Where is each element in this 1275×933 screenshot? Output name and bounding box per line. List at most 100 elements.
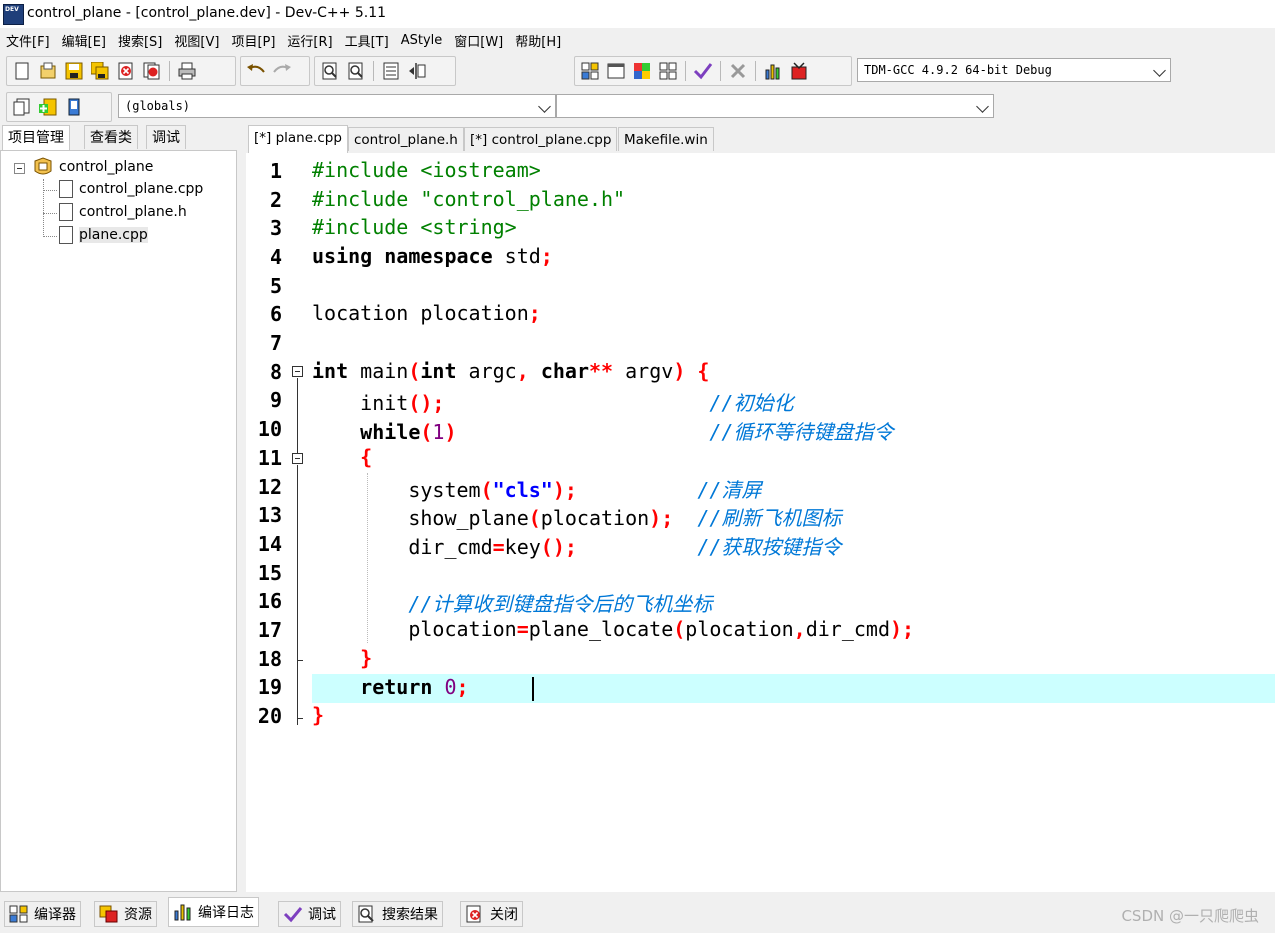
chevron-down-icon — [538, 100, 551, 113]
compiler-select[interactable]: TDM-GCC 4.9.2 64-bit Debug — [857, 58, 1171, 82]
code-line: while(1) //循环等待键盘指令 — [312, 420, 894, 444]
new-project-icon[interactable] — [11, 96, 33, 118]
member-select[interactable] — [556, 94, 994, 118]
menu-project[interactable]: 项目[P] — [225, 31, 281, 50]
search-toolbar-group — [314, 56, 456, 86]
code-line: #include <string> — [312, 215, 517, 239]
tab-makefile-win[interactable]: Makefile.win — [618, 127, 714, 151]
chevron-down-icon — [976, 100, 989, 113]
save-icon[interactable] — [63, 60, 85, 82]
menu-execute[interactable]: 运行[R] — [281, 31, 338, 50]
compile-icon[interactable] — [579, 60, 601, 82]
code-line: system("cls"); //清屏 — [312, 478, 762, 502]
replace-icon[interactable] — [345, 60, 367, 82]
fold-toggle-icon[interactable] — [292, 453, 303, 464]
line-number: 10 — [257, 417, 282, 441]
watermark: CSDN @一只爬爬虫 — [1121, 907, 1259, 925]
line-number: 9 — [269, 388, 282, 412]
open-file-icon[interactable] — [37, 60, 59, 82]
tab-close[interactable]: 关闭 — [460, 901, 523, 927]
redo-icon[interactable] — [271, 60, 293, 82]
code-line: location plocation; — [312, 301, 541, 325]
tab-compiler[interactable]: 编译器 — [4, 901, 81, 927]
debug-icon[interactable] — [788, 60, 810, 82]
toolbar-separator — [685, 61, 686, 81]
rebuild-icon[interactable] — [657, 60, 679, 82]
tab-plane-cpp[interactable]: [*] plane.cpp — [248, 125, 348, 153]
stop-execution-icon[interactable] — [727, 60, 749, 82]
tab-debug-output[interactable]: 调试 — [278, 901, 341, 927]
menu-file[interactable]: 文件[F] — [0, 31, 56, 50]
line-number: 5 — [269, 274, 282, 298]
menu-window[interactable]: 窗口[W] — [448, 31, 509, 50]
tab-label: 调试 — [308, 907, 336, 923]
text-cursor — [532, 677, 534, 701]
run-icon[interactable] — [605, 60, 627, 82]
line-number: 20 — [257, 704, 282, 728]
tab-control-plane-h[interactable]: control_plane.h — [348, 127, 464, 151]
tab-class-browser[interactable]: 查看类 — [84, 125, 138, 149]
add-to-project-icon[interactable] — [37, 96, 59, 118]
tab-label: 关闭 — [490, 907, 518, 923]
chevron-down-icon — [1153, 64, 1166, 77]
tab-debug[interactable]: 调试 — [146, 125, 186, 149]
code-line: using namespace std; — [312, 244, 553, 268]
collapse-toggle-icon[interactable] — [14, 163, 25, 174]
compile-run-icon[interactable] — [631, 60, 653, 82]
print-icon[interactable] — [176, 60, 198, 82]
close-all-icon[interactable] — [141, 60, 163, 82]
tree-connector — [43, 236, 57, 237]
profile-chart-icon[interactable] — [762, 60, 784, 82]
menu-help[interactable]: 帮助[H] — [509, 31, 567, 50]
menu-view[interactable]: 视图[V] — [168, 31, 225, 50]
tab-label: 搜索结果 — [382, 907, 438, 923]
syntax-check-icon[interactable] — [692, 60, 714, 82]
tree-file-node[interactable]: plane.cpp — [59, 226, 148, 244]
tab-compile-log[interactable]: 编译日志 — [168, 897, 259, 927]
indent-icon[interactable] — [380, 60, 402, 82]
remove-from-project-icon[interactable] — [63, 96, 85, 118]
compile-toolbar-group — [574, 56, 852, 86]
code-line: #include "control_plane.h" — [312, 187, 626, 211]
file-name: control_plane.cpp — [79, 181, 204, 197]
undo-icon[interactable] — [245, 60, 267, 82]
menu-tools[interactable]: 工具[T] — [339, 31, 395, 50]
tab-project-manager[interactable]: 项目管理 — [2, 125, 70, 151]
close-file-icon[interactable] — [115, 60, 137, 82]
menu-astyle[interactable]: AStyle — [395, 33, 449, 48]
line-number: 4 — [269, 245, 282, 269]
class-toolbar: (globals) — [0, 88, 1275, 124]
menu-search[interactable]: 搜索[S] — [112, 31, 168, 50]
window-title: control_plane - [control_plane.dev] - De… — [27, 5, 387, 21]
line-number: 18 — [257, 647, 282, 671]
fold-end-mark — [297, 718, 303, 719]
fold-guide — [297, 465, 298, 725]
scope-select[interactable]: (globals) — [118, 94, 556, 118]
project-folder-icon — [34, 157, 52, 175]
search-icon — [358, 905, 374, 923]
file-name: plane.cpp — [79, 227, 148, 243]
toolbar-separator — [755, 61, 756, 81]
line-number-gutter: 1 2 3 4 5 6 7 8 9 10 11 12 13 14 15 16 1… — [246, 153, 310, 892]
tab-control-plane-cpp[interactable]: [*] control_plane.cpp — [464, 127, 618, 151]
code-line: dir_cmd=key(); //获取按键指令 — [312, 535, 842, 559]
tree-connector — [43, 213, 57, 214]
tree-file-node[interactable]: control_plane.h — [59, 203, 187, 221]
tab-label: 编译日志 — [198, 905, 254, 921]
tree-project-node[interactable]: control_plane — [33, 157, 153, 177]
tree-file-node[interactable]: control_plane.cpp — [59, 180, 203, 198]
tab-resources[interactable]: 资源 — [94, 901, 157, 927]
code-line: init(); //初始化 — [312, 391, 794, 415]
goto-line-icon[interactable] — [406, 60, 428, 82]
save-all-icon[interactable] — [89, 60, 111, 82]
main-toolbar: TDM-GCC 4.9.2 64-bit Debug — [0, 52, 1275, 88]
code-line: { — [312, 445, 373, 469]
tree-connector — [43, 190, 57, 191]
tab-search-results[interactable]: 搜索结果 — [352, 901, 443, 927]
fold-toggle-icon[interactable] — [292, 366, 303, 377]
menu-edit[interactable]: 编辑[E] — [56, 31, 112, 50]
new-file-icon[interactable] — [11, 60, 33, 82]
code-line: return 0; — [312, 675, 469, 699]
line-number: 16 — [257, 589, 282, 613]
find-icon[interactable] — [319, 60, 341, 82]
